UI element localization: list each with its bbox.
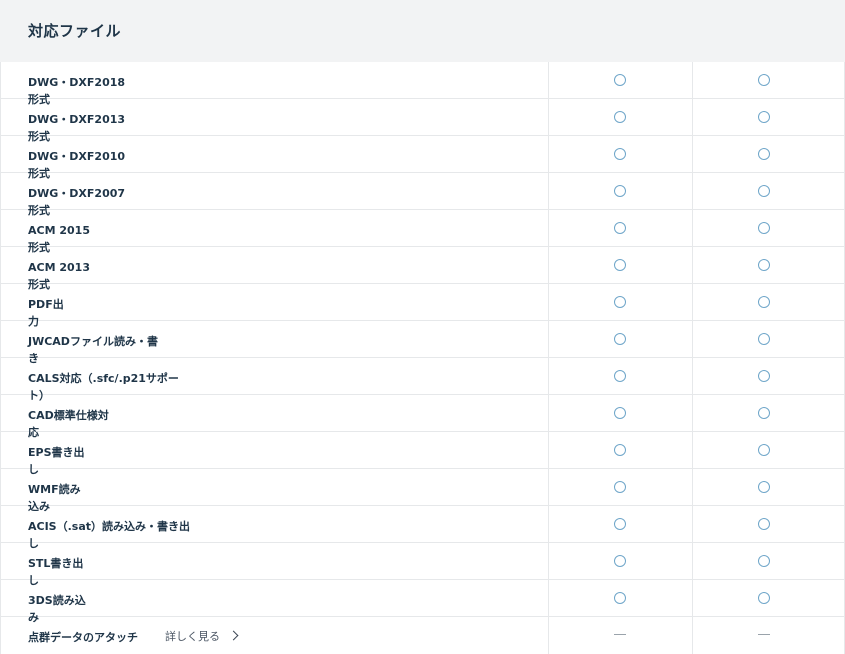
table-row: WMF読み込み	[0, 469, 845, 513]
supported-circle-icon	[614, 370, 626, 382]
supported-circle-icon	[758, 333, 770, 345]
table-row: PDF出力	[0, 284, 845, 328]
supported-files-table: DWG・DXF2018形式 DWG・DXF2013形式 DWG・DXF2010形…	[0, 62, 845, 654]
table-row: CAD標準仕様対応	[0, 395, 845, 439]
table-row: CALS対応（.sfc/.p21サポート）	[0, 358, 845, 402]
table-row: 点群データのアタッチ 詳しく見る	[0, 617, 845, 654]
supported-circle-icon	[758, 222, 770, 234]
supported-circle-icon	[614, 444, 626, 456]
table-row: ACM 2013形式	[0, 247, 845, 291]
supported-circle-icon	[614, 111, 626, 123]
supported-circle-icon	[758, 407, 770, 419]
supported-circle-icon	[614, 222, 626, 234]
supported-circle-icon	[614, 555, 626, 567]
section-header: 対応ファイル	[0, 0, 845, 62]
supported-circle-icon	[758, 592, 770, 604]
table-row: ACIS（.sat）読み込み・書き出し	[0, 506, 845, 550]
dash-icon	[758, 634, 770, 635]
chevron-right-icon	[228, 630, 239, 641]
table-row: 3DS読み込み	[0, 580, 845, 624]
supported-circle-icon	[758, 111, 770, 123]
supported-circle-icon	[614, 296, 626, 308]
supported-circle-icon	[614, 148, 626, 160]
supported-circle-icon	[758, 185, 770, 197]
table-row: JWCADファイル読み・書き	[0, 321, 845, 365]
dash-icon	[614, 634, 626, 635]
details-link-label: 詳しく見る	[165, 630, 220, 643]
supported-circle-icon	[758, 444, 770, 456]
supported-circle-icon	[614, 74, 626, 86]
table-row: STL書き出し	[0, 543, 845, 587]
table-row: DWG・DXF2018形式	[0, 62, 845, 106]
supported-circle-icon	[614, 259, 626, 271]
supported-circle-icon	[758, 555, 770, 567]
supported-circle-icon	[758, 370, 770, 382]
supported-circle-icon	[614, 333, 626, 345]
table-row: DWG・DXF2013形式	[0, 99, 845, 143]
supported-circle-icon	[614, 481, 626, 493]
supported-circle-icon	[758, 259, 770, 271]
supported-circle-icon	[614, 185, 626, 197]
section-title: 対応ファイル	[28, 22, 122, 40]
table-row: ACM 2015形式	[0, 210, 845, 254]
supported-circle-icon	[758, 74, 770, 86]
supported-circle-icon	[758, 148, 770, 160]
supported-circle-icon	[614, 518, 626, 530]
table-row: DWG・DXF2010形式	[0, 136, 845, 180]
table-row: EPS書き出し	[0, 432, 845, 476]
row-label: 点群データのアタッチ	[28, 631, 138, 644]
table-row: DWG・DXF2007形式	[0, 173, 845, 217]
supported-circle-icon	[758, 518, 770, 530]
supported-circle-icon	[614, 407, 626, 419]
supported-circle-icon	[614, 592, 626, 604]
supported-circle-icon	[758, 296, 770, 308]
details-link[interactable]: 詳しく見る	[165, 628, 239, 644]
supported-circle-icon	[758, 481, 770, 493]
